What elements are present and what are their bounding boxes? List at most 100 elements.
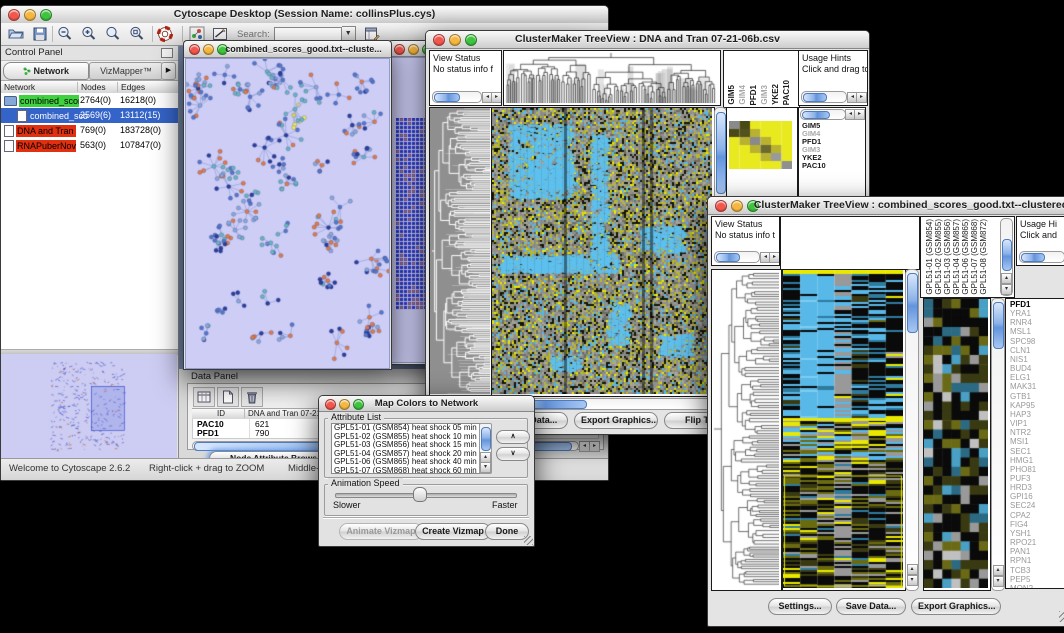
- tv1-genelist-hscroll[interactable]: [800, 109, 846, 120]
- tab-vizmapper[interactable]: VizMapper™: [89, 62, 163, 80]
- tv1-gene-tree[interactable]: [429, 107, 493, 397]
- attribute-list-vscroll[interactable]: ▴ ▾: [479, 423, 492, 474]
- create-vizmap-button[interactable]: Create Vizmap: [415, 523, 491, 540]
- zoom-fit-icon[interactable]: [104, 25, 122, 43]
- tv2-labels-vscroll[interactable]: ▴ ▾: [1000, 218, 1013, 296]
- move-down-button[interactable]: ∨: [496, 447, 530, 461]
- save-icon[interactable]: [31, 25, 49, 43]
- network-overview-canvas[interactable]: [1, 354, 177, 459]
- tv2-array-dendrogram[interactable]: [780, 216, 920, 270]
- dialog-title-bar[interactable]: Map Colors to Network: [319, 396, 534, 412]
- scroll-right-arrow[interactable]: ▸: [856, 92, 867, 103]
- view-status-title: View Status: [430, 51, 501, 64]
- scroll-up-arrow[interactable]: ▴: [1001, 273, 1012, 284]
- new-attribute-icon[interactable]: [217, 387, 239, 407]
- scroll-up-arrow[interactable]: ▴: [907, 564, 918, 575]
- float-panel-icon[interactable]: [161, 48, 173, 58]
- treeview1-title-bar[interactable]: ClusterMaker TreeView : DNA and Tran 07-…: [426, 31, 869, 49]
- vscroll-thumb[interactable]: [993, 302, 1004, 349]
- tv2-zoom-heatmap[interactable]: [923, 298, 991, 591]
- scroll-right-arrow[interactable]: ▸: [491, 92, 502, 103]
- tv1-array-dendrogram[interactable]: [503, 50, 721, 106]
- resize-grip[interactable]: [524, 536, 533, 545]
- animate-vizmap-button[interactable]: Animate Vizmap: [339, 523, 423, 540]
- resize-grip[interactable]: [1059, 611, 1064, 622]
- tab-overflow-button[interactable]: ▶: [161, 62, 176, 80]
- animation-slider-thumb[interactable]: [413, 487, 427, 502]
- tab-network[interactable]: Network: [3, 62, 89, 80]
- scroll-down-arrow[interactable]: ▾: [993, 576, 1004, 587]
- attribute-listbox[interactable]: GPL51-01 (GSM854) heat shock 05 minGPL51…: [331, 423, 480, 474]
- minimize-button[interactable]: [408, 44, 419, 55]
- zoom-in-icon[interactable]: [80, 25, 98, 43]
- hscroll-thumb[interactable]: [1021, 253, 1045, 263]
- scroll-down-arrow[interactable]: ▾: [480, 462, 491, 473]
- settings-button[interactable]: Settings...: [768, 598, 832, 615]
- scroll-down-arrow[interactable]: ▾: [907, 575, 918, 586]
- minimize-button[interactable]: [449, 34, 461, 46]
- hscroll-thumb[interactable]: [803, 93, 827, 103]
- array-label: GPL51-03 (GSM856): [943, 219, 952, 295]
- scroll-up-arrow[interactable]: ▴: [993, 565, 1004, 576]
- main-title-bar[interactable]: Cytoscape Desktop (Session Name: collins…: [1, 6, 608, 24]
- zoom-selected-icon[interactable]: [128, 25, 146, 43]
- network-row[interactable]: combined_sco2569(6)13112(15): [1, 108, 178, 123]
- tv2-gene-tree[interactable]: [711, 269, 782, 591]
- tv2-heatmap-vscroll[interactable]: ▴ ▾: [905, 269, 919, 591]
- network-row[interactable]: combined_scores2764(0)16218(0): [1, 93, 178, 108]
- close-button[interactable]: [325, 399, 336, 410]
- export-graphics-button[interactable]: Export Graphics...: [574, 412, 658, 429]
- close-button[interactable]: [189, 44, 200, 55]
- tv1-status-hscroll[interactable]: [432, 91, 482, 103]
- help-lifering-icon[interactable]: [156, 25, 174, 43]
- close-button[interactable]: [433, 34, 445, 46]
- close-button[interactable]: [8, 9, 20, 21]
- network-edges: 183728(0): [120, 125, 161, 135]
- export-graphics-button[interactable]: Export Graphics...: [911, 598, 1001, 615]
- vscroll-thumb[interactable]: [907, 273, 918, 333]
- network-nodes: 2764(0): [80, 95, 111, 105]
- tv2-zoom-vscroll[interactable]: ▴ ▾: [991, 298, 1005, 591]
- network-row[interactable]: DNA and Tran 07769(0)183728(0): [1, 123, 178, 138]
- usage-hints-title: Usage Hi: [1017, 217, 1064, 230]
- gene-label: MAK31: [1010, 382, 1064, 391]
- scroll-right-arrow[interactable]: ▸: [589, 441, 600, 452]
- network2-graph-canvas[interactable]: [396, 118, 426, 310]
- hscroll-thumb[interactable]: [434, 93, 460, 103]
- tv2-global-heatmap[interactable]: [782, 269, 906, 591]
- minimize-button[interactable]: [203, 44, 214, 55]
- scroll-down-arrow[interactable]: ▾: [1001, 284, 1012, 295]
- hscroll-thumb[interactable]: [716, 253, 740, 263]
- zoom-button[interactable]: [353, 399, 364, 410]
- vscroll-thumb[interactable]: [481, 427, 491, 451]
- minimize-button[interactable]: [339, 399, 350, 410]
- hscroll-thumb[interactable]: [802, 111, 830, 120]
- zoom-out-icon[interactable]: [56, 25, 74, 43]
- folder-icon: [4, 96, 17, 106]
- tv1-global-heatmap[interactable]: [491, 107, 715, 397]
- tv2-status-hscroll[interactable]: [714, 251, 760, 263]
- close-button[interactable]: [394, 44, 405, 55]
- network-table-header[interactable]: Network Nodes Edges: [1, 80, 178, 94]
- minimize-button[interactable]: [24, 9, 36, 21]
- attribute-table-icon[interactable]: [193, 387, 215, 407]
- open-file-icon[interactable]: [7, 25, 25, 43]
- network1-title-bar[interactable]: combined_scores_good.txt--cluste...: [184, 41, 391, 58]
- move-up-button[interactable]: ∧: [496, 430, 530, 444]
- minimize-button[interactable]: [731, 200, 743, 212]
- tv2-gene-list[interactable]: PFD1YRA1RNR4MSL1SPC98CLN1NIS1BUD4ELG1MAK…: [1005, 298, 1064, 589]
- vscroll-thumb[interactable]: [1002, 239, 1012, 271]
- done-button[interactable]: Done: [485, 523, 529, 540]
- attribute-list-item[interactable]: GPL51-07 (GSM868) heat shock 60 min: [332, 467, 479, 474]
- scroll-right-arrow[interactable]: ▸: [769, 252, 780, 263]
- delete-attribute-icon[interactable]: [241, 387, 263, 407]
- network-row[interactable]: RNAPuberNov2+563(0)107847(0): [1, 138, 178, 153]
- scroll-right-arrow[interactable]: ▸: [854, 109, 865, 120]
- treeview2-title-bar[interactable]: ClusterMaker TreeView : combined_scores_…: [708, 197, 1064, 215]
- close-button[interactable]: [715, 200, 727, 212]
- network-graph-canvas[interactable]: [185, 58, 390, 369]
- tv2-usage-hscroll[interactable]: [1019, 251, 1064, 263]
- vscroll-thumb[interactable]: [716, 112, 726, 194]
- save-data-button[interactable]: Save Data...: [836, 598, 906, 615]
- tv1-usage-hscroll[interactable]: [801, 91, 847, 103]
